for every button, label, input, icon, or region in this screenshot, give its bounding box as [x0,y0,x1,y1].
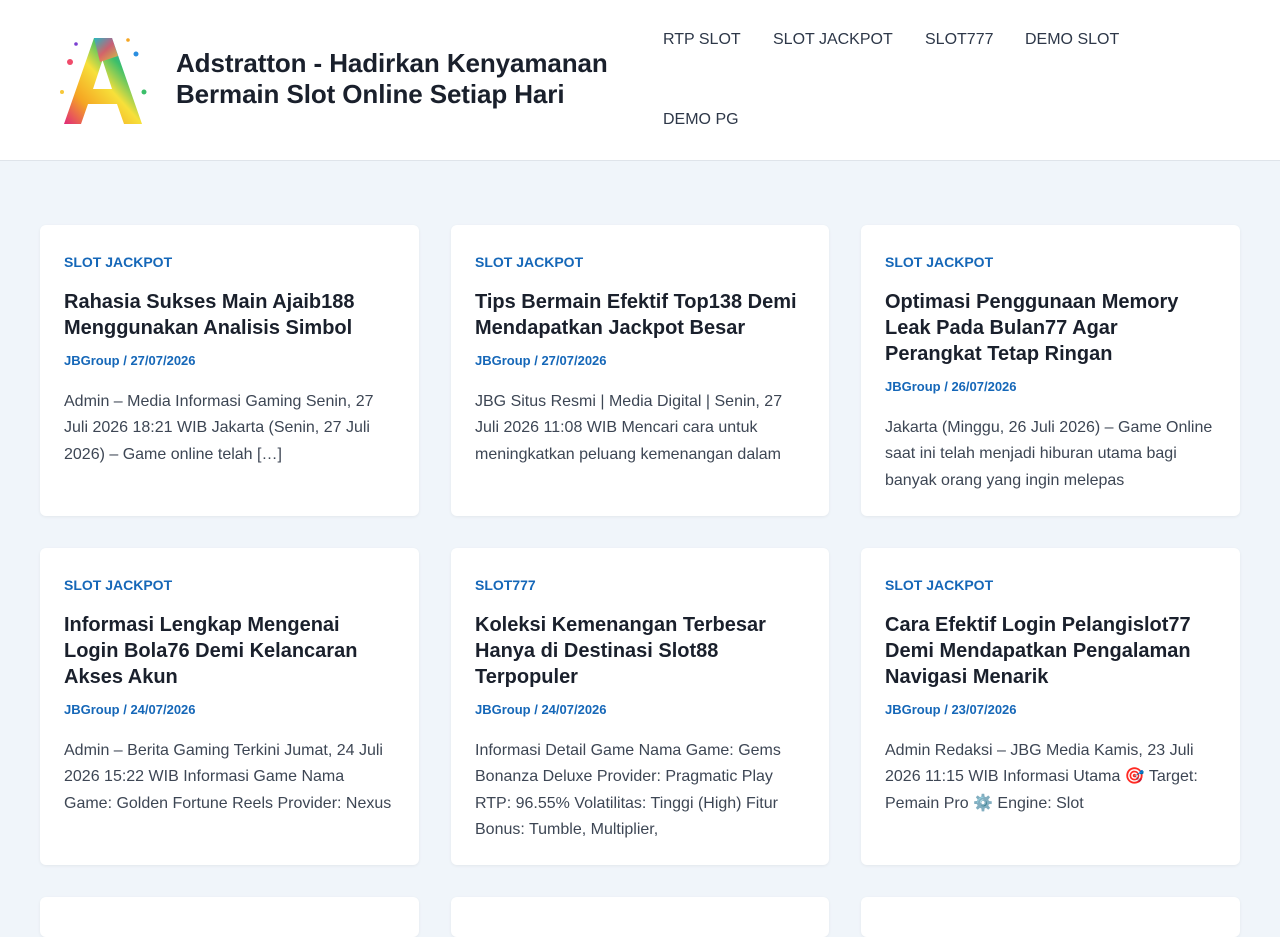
site-title[interactable]: Adstratton - Hadirkan Kenyamanan Bermain… [176,48,636,110]
post-title[interactable]: Optimasi Penggunaan Memory Leak Pada Bul… [885,289,1216,367]
post-title[interactable]: Informasi Lengkap Mengenai Login Bola76 … [64,612,395,690]
post-meta[interactable]: JBGroup / 26/07/2026 [885,380,1216,394]
post-card-partial [40,897,419,937]
post-title[interactable]: Rahasia Sukses Main Ajaib188 Menggunakan… [64,289,395,341]
nav-item-slot-jackpot[interactable]: SLOT JACKPOT [773,30,893,50]
post-title[interactable]: Tips Bermain Efektif Top138 Demi Mendapa… [475,289,805,341]
post-category-link[interactable]: SLOT JACKPOT [475,255,805,269]
nav-item-rtp-slot[interactable]: RTP SLOT [663,30,741,50]
nav-item-slot777[interactable]: SLOT777 [925,30,993,50]
post-title[interactable]: Koleksi Kemenangan Terbesar Hanya di Des… [475,612,805,690]
post-card: SLOT JACKPOT Cara Efektif Login Pelangis… [861,548,1240,865]
post-category-link[interactable]: SLOT JACKPOT [64,255,395,269]
rainbow-letter-a-logo-icon[interactable] [56,32,148,128]
post-card: SLOT777 Koleksi Kemenangan Terbesar Hany… [451,548,829,865]
post-meta[interactable]: JBGroup / 23/07/2026 [885,703,1216,717]
post-meta[interactable]: JBGroup / 27/07/2026 [475,354,805,368]
post-meta[interactable]: JBGroup / 24/07/2026 [64,703,395,717]
nav-item-demo-pg[interactable]: DEMO PG [663,110,739,130]
post-excerpt: JBG Situs Resmi | Media Digital | Senin,… [475,393,783,463]
post-meta[interactable]: JBGroup / 27/07/2026 [64,354,395,368]
nav-item-demo-slot[interactable]: DEMO SLOT [1025,30,1119,50]
post-excerpt: Informasi Detail Game Nama Game: Gems Bo… [475,742,781,839]
post-card: SLOT JACKPOT Optimasi Penggunaan Memory … [861,225,1240,516]
post-card: SLOT JACKPOT Informasi Lengkap Mengenai … [40,548,419,865]
post-category-link[interactable]: SLOT777 [475,578,805,592]
site-header: Adstratton - Hadirkan Kenyamanan Bermain… [0,0,1280,161]
post-card-partial [451,897,829,937]
post-category-link[interactable]: SLOT JACKPOT [885,578,1216,592]
post-excerpt: Admin – Media Informasi Gaming Senin, 27… [64,393,374,463]
post-category-link[interactable]: SLOT JACKPOT [885,255,1216,269]
post-meta[interactable]: JBGroup / 24/07/2026 [475,703,805,717]
post-card: SLOT JACKPOT Rahasia Sukses Main Ajaib18… [40,225,419,516]
post-card: SLOT JACKPOT Tips Bermain Efektif Top138… [451,225,829,516]
post-title[interactable]: Cara Efektif Login Pelangislot77 Demi Me… [885,612,1216,690]
post-card-partial [861,897,1240,937]
post-category-link[interactable]: SLOT JACKPOT [64,578,395,592]
post-excerpt: Admin Redaksi – JBG Media Kamis, 23 Juli… [885,742,1198,812]
post-excerpt: Jakarta (Minggu, 26 Juli 2026) – Game On… [885,419,1213,489]
post-excerpt: Admin – Berita Gaming Terkini Jumat, 24 … [64,742,392,812]
